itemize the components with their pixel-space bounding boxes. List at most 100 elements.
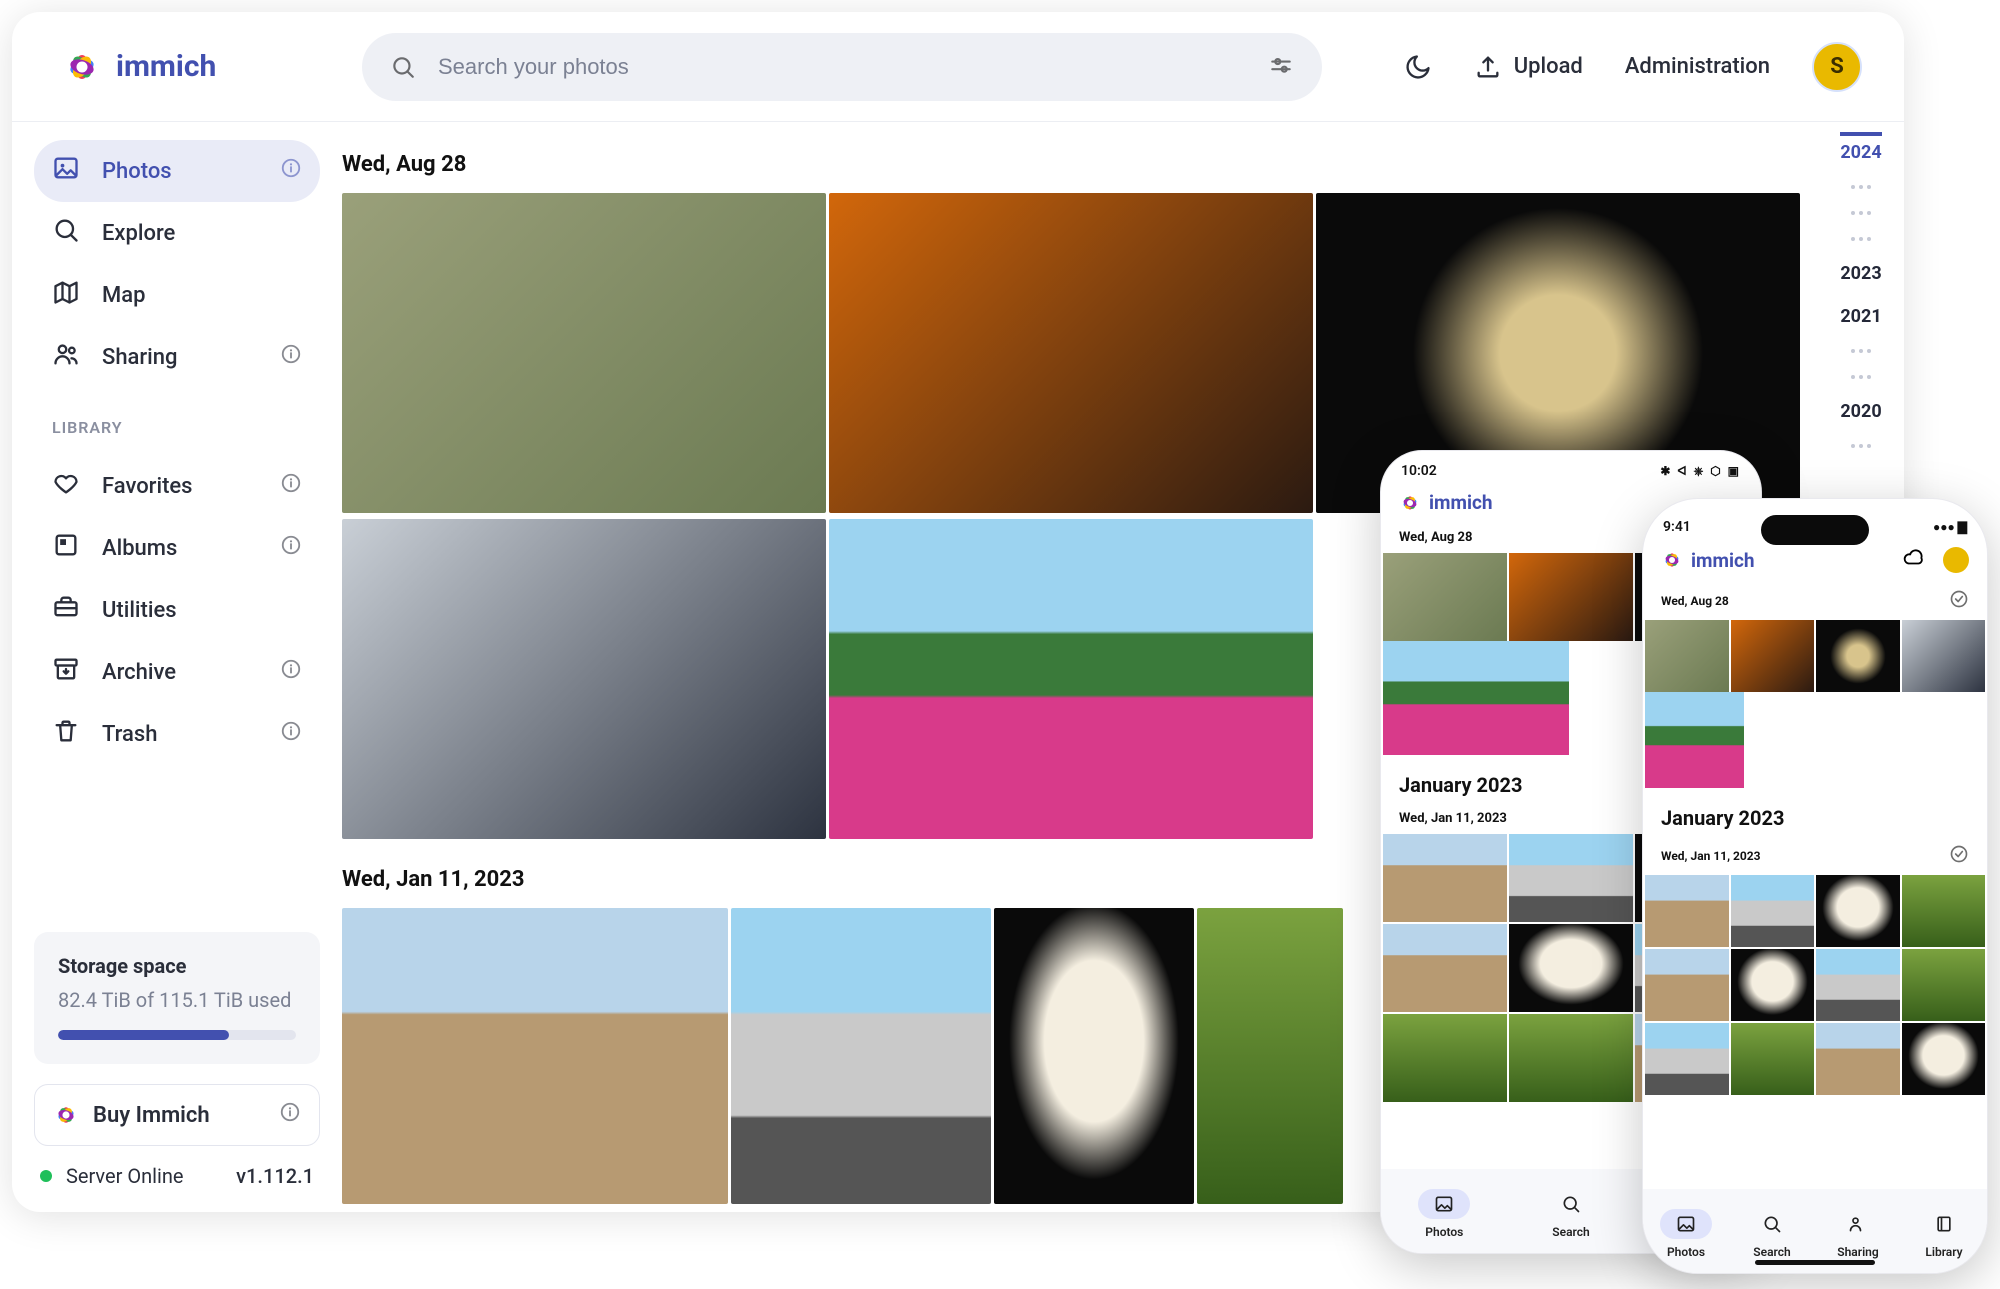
tune-icon[interactable] [1268, 54, 1294, 80]
photo-thumbnail[interactable] [1197, 908, 1343, 1204]
photo-thumbnail[interactable] [1902, 875, 1986, 947]
scrubber-dots [1851, 185, 1871, 189]
photo-thumbnail[interactable] [342, 519, 826, 839]
photo-thumbnail[interactable] [829, 519, 1313, 839]
photo-thumbnail[interactable] [1645, 1023, 1729, 1095]
photo-thumbnail[interactable] [342, 193, 826, 513]
brand-name: immich [1691, 549, 1755, 572]
logo[interactable]: immich [62, 47, 362, 87]
scrubber-current-year[interactable]: 2024 [1840, 132, 1881, 163]
tab-label: Library [1925, 1245, 1962, 1259]
photo-thumbnail[interactable] [1645, 620, 1729, 692]
photo-thumbnail[interactable] [994, 908, 1194, 1204]
buy-label: Buy Immich [93, 1103, 210, 1128]
photo-thumbnail[interactable] [1731, 949, 1815, 1021]
photo-thumbnail[interactable] [1816, 1023, 1900, 1095]
tab-library[interactable]: Library [1918, 1209, 1970, 1259]
month-heading: January 2023 [1643, 788, 1987, 838]
administration-link[interactable]: Administration [1625, 54, 1770, 79]
photo-thumbnail[interactable] [829, 193, 1313, 513]
info-icon[interactable] [280, 472, 302, 500]
scrubber-year[interactable]: 2023 [1840, 263, 1881, 284]
photo-thumbnail[interactable] [1902, 949, 1986, 1021]
status-icons: ✱ ᐊ ⎈ ⬡ ▣ [1660, 464, 1741, 479]
photo-thumbnail[interactable] [1509, 1014, 1633, 1102]
sidebar-item-photos[interactable]: Photos [34, 140, 320, 202]
info-icon[interactable] [280, 720, 302, 748]
photo-thumbnail[interactable] [1509, 834, 1633, 922]
storage-bar [58, 1030, 296, 1040]
search-input[interactable] [438, 54, 1246, 80]
tab-sharing[interactable]: Sharing [1832, 1209, 1884, 1259]
info-icon[interactable] [279, 1101, 301, 1129]
user-avatar[interactable] [1943, 547, 1969, 573]
photo-thumbnail[interactable] [1383, 924, 1507, 1012]
sidebar-item-label: Sharing [102, 345, 178, 370]
status-time: 10:02 [1401, 463, 1437, 479]
sidebar-item-label: Archive [102, 660, 176, 685]
status-icons: ●●● ▇ [1933, 520, 1967, 534]
scrubber-dots [1851, 444, 1871, 448]
people-icon [1848, 1214, 1868, 1234]
sidebar-item-archive[interactable]: Archive [34, 641, 320, 703]
photo-thumbnail[interactable] [1731, 1023, 1815, 1095]
sidebar-item-sharing[interactable]: Sharing [34, 326, 320, 388]
photo-thumbnail[interactable] [1383, 834, 1507, 922]
info-icon[interactable] [280, 343, 302, 371]
dynamic-island [1761, 515, 1869, 545]
photo-thumbnail[interactable] [1902, 620, 1986, 692]
phone-header: immich [1643, 541, 1987, 583]
tab-label: Photos [1667, 1245, 1705, 1259]
sidebar-item-trash[interactable]: Trash [34, 703, 320, 765]
sidebar-item-map[interactable]: Map [34, 264, 320, 326]
sidebar-item-label: Utilities [102, 598, 177, 623]
photo-thumbnail[interactable] [342, 908, 728, 1204]
scrubber-year[interactable]: 2021 [1840, 306, 1881, 327]
info-icon[interactable] [280, 157, 302, 185]
photo-thumbnail[interactable] [1816, 949, 1900, 1021]
brand-name: immich [116, 49, 216, 84]
scrubber-dots [1851, 237, 1871, 241]
select-all-icon[interactable] [1949, 589, 1969, 612]
photo-thumbnail[interactable] [1645, 949, 1729, 1021]
photo-thumbnail[interactable] [1645, 875, 1729, 947]
photo-thumbnail[interactable] [1383, 553, 1507, 641]
photo-thumbnail[interactable] [731, 908, 991, 1204]
photo-thumbnail[interactable] [1731, 875, 1815, 947]
info-icon[interactable] [280, 658, 302, 686]
home-indicator [1755, 1260, 1875, 1265]
flower-icon [62, 47, 102, 87]
storage-text: 82.4 TiB of 115.1 TiB used [58, 988, 296, 1012]
user-avatar[interactable]: S [1812, 42, 1862, 92]
info-icon[interactable] [280, 534, 302, 562]
photo-thumbnail[interactable] [1383, 641, 1569, 755]
sidebar-item-label: Trash [102, 722, 157, 747]
select-all-icon[interactable] [1949, 844, 1969, 867]
tab-photos[interactable]: Photos [1418, 1189, 1470, 1239]
scrubber-year[interactable]: 2020 [1840, 401, 1881, 422]
search-icon [390, 54, 416, 80]
year-scrubber[interactable]: 2024 2023 2021 2020 [1826, 122, 1896, 448]
tab-search[interactable]: Search [1545, 1189, 1597, 1239]
album-icon [52, 531, 80, 565]
sidebar-item-albums[interactable]: Albums [34, 517, 320, 579]
search-bar[interactable] [362, 33, 1322, 101]
photo-thumbnail[interactable] [1645, 692, 1744, 788]
photo-thumbnail[interactable] [1816, 620, 1900, 692]
photo-thumbnail[interactable] [1816, 875, 1900, 947]
photo-thumbnail[interactable] [1509, 553, 1633, 641]
sidebar-item-utilities[interactable]: Utilities [34, 579, 320, 641]
photo-thumbnail[interactable] [1731, 620, 1815, 692]
photo-thumbnail[interactable] [1509, 924, 1633, 1012]
theme-toggle[interactable] [1404, 53, 1432, 81]
photo-thumbnail[interactable] [1383, 1014, 1507, 1102]
sidebar-item-favorites[interactable]: Favorites [34, 455, 320, 517]
heart-icon [52, 469, 80, 503]
tab-search[interactable]: Search [1746, 1209, 1798, 1259]
photo-thumbnail[interactable] [1902, 1023, 1986, 1095]
backup-status-icon[interactable] [1903, 547, 1925, 573]
buy-immich-button[interactable]: Buy Immich [34, 1084, 320, 1146]
upload-button[interactable]: Upload [1474, 53, 1583, 81]
sidebar-item-explore[interactable]: Explore [34, 202, 320, 264]
tab-photos[interactable]: Photos [1660, 1209, 1712, 1259]
